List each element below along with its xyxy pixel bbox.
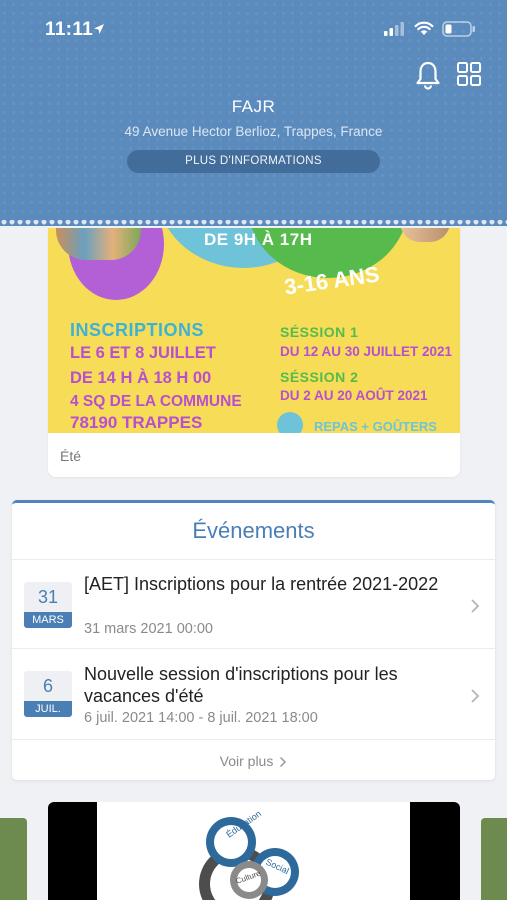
poster-hours: DE 9H À 17H [204, 230, 313, 249]
poster-session1-title: SÉSSION 1 [280, 324, 359, 340]
event-title: Nouvelle session d'inscriptions pour les… [84, 664, 398, 706]
event-date-badge: 6 JUIL. [24, 671, 72, 717]
poster-photo-right [400, 228, 450, 242]
poster-session2-title: SÉSSION 2 [280, 369, 359, 385]
events-card: Événements 31 MARS [AET] Inscriptions po… [12, 500, 495, 780]
poster-inscriptions-title: INSCRIPTIONS [70, 320, 205, 340]
divider [12, 739, 495, 740]
status-bar: 11:11 [0, 0, 507, 56]
carousel-current-card[interactable]: Éducation Social Culture [48, 802, 460, 900]
poster-meal-icon [277, 412, 303, 433]
status-time: 11:11 [45, 19, 93, 40]
chevron-right-icon [471, 599, 480, 613]
event-datetime: 31 mars 2021 00:00 [84, 621, 213, 637]
see-more-link[interactable]: Voir plus [12, 753, 495, 769]
event-item[interactable]: 6 JUIL. Nouvelle session d'inscriptions … [12, 649, 495, 737]
poster-inscriptions-hours: DE 14 H À 18 H 00 [70, 369, 212, 387]
header-scalloped-edge [0, 220, 507, 228]
events-title: Événements [192, 518, 315, 543]
event-month: MARS [24, 612, 72, 628]
organization-address: 49 Avenue Hector Berlioz, Trappes, Franc… [124, 124, 383, 139]
poster-session1-dates: DU 12 AU 30 JUILLET 2021 [280, 344, 453, 359]
event-day: 6 [42, 676, 53, 696]
chevron-right-icon [471, 689, 480, 703]
event-date-badge: 31 MARS [24, 582, 72, 628]
poster-meals: REPAS + GOÛTERS [314, 419, 437, 433]
location-arrow-icon [94, 24, 104, 34]
event-item[interactable]: 31 MARS [AET] Inscriptions pour la rentr… [12, 560, 495, 648]
poster-session2-dates: DU 2 AU 20 AOÛT 2021 [280, 388, 428, 403]
event-month: JUIL. [24, 701, 72, 717]
poster-postcode: 78190 TRAPPES [70, 413, 203, 432]
bell-icon[interactable] [415, 60, 441, 90]
organization-logo: Éducation Social Culture [97, 802, 410, 900]
battery-icon [442, 21, 475, 37]
logo-graphic: Éducation Social Culture [199, 808, 299, 900]
poster-address-line: 4 SQ DE LA COMMUNE [70, 393, 242, 410]
event-title: [AET] Inscriptions pour la rentrée 2021-… [84, 574, 439, 594]
event-day: 31 [37, 587, 59, 607]
poster-image: DE 9H À 17H 3-16 ANS INSCRIPTIONS LE 6 E… [48, 228, 460, 433]
poster-inscriptions-dates: LE 6 ET 8 JUILLET [70, 344, 216, 362]
see-more-label: Voir plus [219, 753, 274, 769]
featured-post-card[interactable]: DE 9H À 17H 3-16 ANS INSCRIPTIONS LE 6 E… [48, 228, 460, 477]
carousel-prev-card[interactable] [0, 818, 27, 900]
chevron-right-icon [280, 757, 287, 768]
event-datetime: 6 juil. 2021 14:00 - 8 juil. 2021 18:00 [84, 710, 318, 726]
wifi-icon [414, 21, 434, 35]
carousel-next-card[interactable] [481, 818, 507, 900]
header-banner: 11:11 FAJR 49 Avenue Hector Berlioz, Tra… [0, 0, 507, 226]
post-caption: Été [60, 448, 82, 464]
more-info-button[interactable]: PLUS D'INFORMATIONS [127, 150, 380, 173]
grid-menu-icon[interactable] [457, 62, 481, 86]
organization-name: FAJR [231, 97, 276, 116]
cellular-signal-icon [384, 22, 404, 36]
